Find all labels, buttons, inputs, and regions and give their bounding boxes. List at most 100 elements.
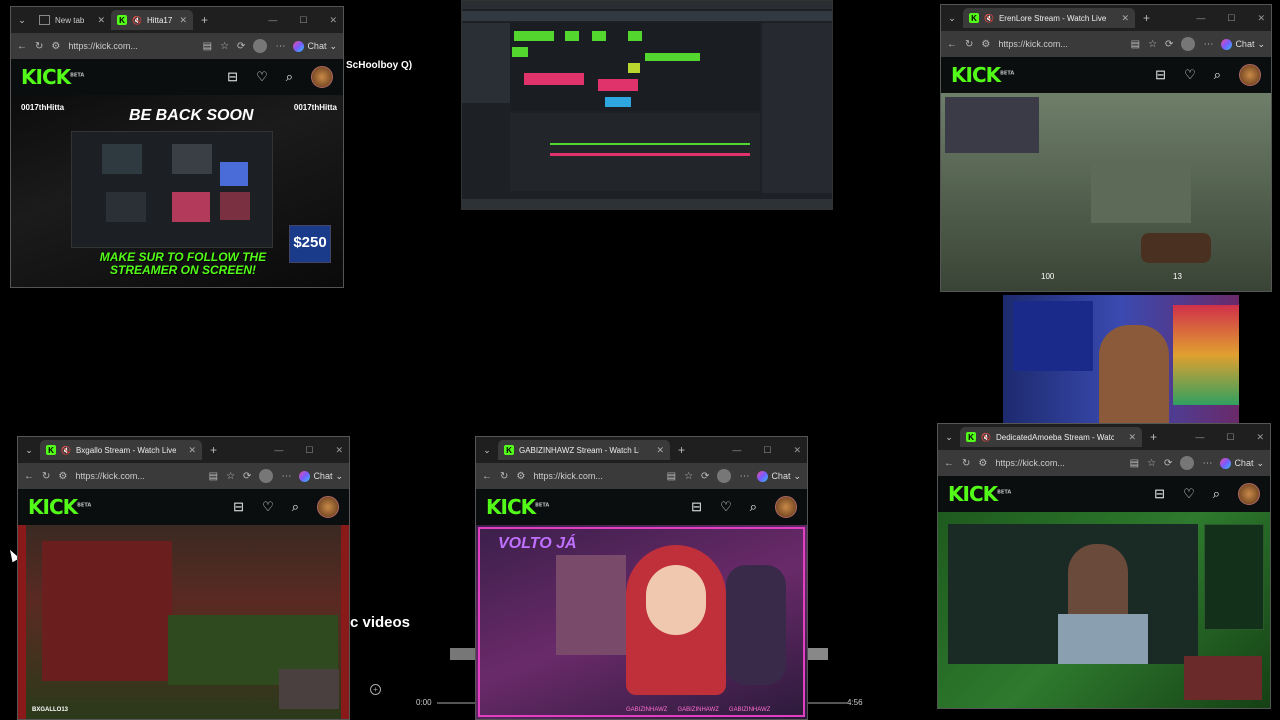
chat-button[interactable]: Chat ⌄ <box>299 470 343 482</box>
new-tab-button[interactable]: + <box>1142 430 1165 444</box>
refresh-icon[interactable]: ⟳ <box>1164 458 1172 469</box>
tab-menu-icon[interactable]: ⌄ <box>938 432 960 443</box>
chat-button[interactable]: Chat ⌄ <box>293 40 337 52</box>
new-tab-button[interactable]: + <box>1135 11 1158 25</box>
back-icon[interactable]: ← <box>482 471 492 482</box>
daw-window[interactable] <box>461 0 833 210</box>
close-icon[interactable]: ✕ <box>97 15 105 26</box>
kick-logo[interactable]: KICKBETA <box>951 63 1137 87</box>
tab-menu-icon[interactable]: ⌄ <box>11 15 33 26</box>
reload-icon[interactable]: ↻ <box>500 471 508 482</box>
back-icon[interactable]: ← <box>947 39 957 50</box>
more-icon[interactable]: ⋯ <box>739 471 749 482</box>
url-field[interactable]: https://kick.com... <box>998 39 1122 49</box>
mute-icon[interactable]: 🔇 <box>132 16 142 25</box>
refresh-icon[interactable]: ⟳ <box>237 41 245 52</box>
reader-icon[interactable]: ▤ <box>209 471 218 482</box>
site-info-icon[interactable]: ⚙ <box>58 471 67 482</box>
more-icon[interactable]: ⋯ <box>275 41 285 52</box>
maximize-icon[interactable]: ☐ <box>299 15 307 26</box>
stream-player[interactable]: VOLTO JÁ GABIZINHAWZ GABIZINHAWZ GABIZINHA… <box>476 525 807 719</box>
browser-window-gabizinhawz[interactable]: ⌄ K GABIZINHAWZ Stream - Watch Live ✕ + … <box>475 436 808 720</box>
heart-icon[interactable]: ♡ <box>262 499 274 515</box>
chat-button[interactable]: Chat ⌄ <box>757 470 801 482</box>
tab-erenlore[interactable]: K 🔇 ErenLore Stream - Watch Live ✕ <box>963 8 1135 28</box>
browser-window-bxgallo[interactable]: ⌄ K 🔇 Bxgallo Stream - Watch Live ✕ + — … <box>17 436 350 720</box>
close-icon[interactable]: ✕ <box>188 445 196 456</box>
close-icon[interactable]: ✕ <box>179 15 187 26</box>
bookmark-icon[interactable]: ☆ <box>226 471 235 482</box>
close-icon[interactable]: ✕ <box>1121 13 1129 24</box>
bookmark-icon[interactable]: ☆ <box>684 471 693 482</box>
minimize-icon[interactable]: — <box>1195 432 1204 442</box>
tab-dedicatedamoeba[interactable]: K 🔇 DedicatedAmoeba Stream - Watch Live … <box>960 427 1142 447</box>
reader-icon[interactable]: ▤ <box>203 41 212 52</box>
browser-window-erenlore[interactable]: ⌄ K 🔇 ErenLore Stream - Watch Live ✕ + —… <box>940 4 1272 292</box>
heart-icon[interactable]: ♡ <box>256 69 268 85</box>
bookmark-icon[interactable]: ☆ <box>1147 458 1156 469</box>
close-window-icon[interactable]: ✕ <box>1256 432 1264 443</box>
browser-window-hitta[interactable]: ⌄ New tab ✕ K 🔇 Hitta17 ✕ + — ☐ ✕ ← ↻ ⚙ … <box>10 6 344 288</box>
new-tab-button[interactable]: + <box>193 13 216 27</box>
minimize-icon[interactable]: — <box>274 445 283 455</box>
heart-icon[interactable]: ♡ <box>1183 486 1195 502</box>
reader-icon[interactable]: ▤ <box>1130 458 1139 469</box>
maximize-icon[interactable]: ☐ <box>1227 13 1235 24</box>
heart-icon[interactable]: ♡ <box>1184 67 1196 83</box>
site-info-icon[interactable]: ⚙ <box>516 471 525 482</box>
tab-menu-icon[interactable]: ⌄ <box>941 13 963 24</box>
back-icon[interactable]: ← <box>17 41 27 52</box>
tab-new-tab[interactable]: New tab ✕ <box>33 10 111 30</box>
browse-icon[interactable]: ⊟ <box>1154 486 1165 502</box>
mute-icon[interactable]: 🔇 <box>61 446 71 455</box>
more-icon[interactable]: ⋯ <box>1203 39 1213 50</box>
url-field[interactable]: https://kick.com... <box>68 41 194 51</box>
heart-icon[interactable]: ♡ <box>720 499 732 515</box>
search-icon[interactable]: ⌕ <box>1214 67 1221 83</box>
minimize-icon[interactable]: — <box>732 445 741 455</box>
reload-icon[interactable]: ↻ <box>35 41 43 52</box>
maximize-icon[interactable]: ☐ <box>1226 432 1234 443</box>
reader-icon[interactable]: ▤ <box>667 471 676 482</box>
close-window-icon[interactable]: ✕ <box>335 445 343 456</box>
kick-logo[interactable]: KICKBETA <box>28 495 215 519</box>
chat-button[interactable]: Chat ⌄ <box>1221 38 1265 50</box>
kick-logo[interactable]: KICKBETA <box>948 482 1136 506</box>
profile-icon[interactable] <box>259 469 274 483</box>
user-avatar[interactable] <box>1238 483 1260 505</box>
search-icon[interactable]: ⌕ <box>750 499 757 515</box>
user-avatar[interactable] <box>317 496 339 518</box>
profile-icon[interactable] <box>1180 456 1195 470</box>
url-field[interactable]: https://kick.com... <box>533 471 658 481</box>
browse-icon[interactable]: ⊟ <box>233 499 244 515</box>
stream-player[interactable] <box>938 512 1270 708</box>
kick-logo[interactable]: KICKBETA <box>21 65 209 89</box>
back-icon[interactable]: ← <box>24 471 34 482</box>
reload-icon[interactable]: ↻ <box>962 458 970 469</box>
tab-gabizinhawz[interactable]: K GABIZINHAWZ Stream - Watch Live ✕ <box>498 440 670 460</box>
stream-player[interactable]: 0017thHitta 0017thHitta BE BACK SOON $25… <box>11 95 343 287</box>
tab-menu-icon[interactable]: ⌄ <box>18 445 40 456</box>
browser-window-dedicatedamoeba[interactable]: ⌄ K 🔇 DedicatedAmoeba Stream - Watch Liv… <box>937 423 1271 709</box>
refresh-icon[interactable]: ⟳ <box>701 471 709 482</box>
bookmark-icon[interactable]: ☆ <box>1148 39 1157 50</box>
tab-menu-icon[interactable]: ⌄ <box>476 445 498 456</box>
browse-icon[interactable]: ⊟ <box>1155 67 1166 83</box>
site-info-icon[interactable]: ⚙ <box>978 458 987 469</box>
minimize-icon[interactable]: — <box>268 15 277 25</box>
user-avatar[interactable] <box>1239 64 1261 86</box>
tab-bxgallo[interactable]: K 🔇 Bxgallo Stream - Watch Live ✕ <box>40 440 202 460</box>
reload-icon[interactable]: ↻ <box>965 39 973 50</box>
close-window-icon[interactable]: ✕ <box>329 15 337 26</box>
site-info-icon[interactable]: ⚙ <box>981 39 990 50</box>
close-window-icon[interactable]: ✕ <box>793 445 801 456</box>
reload-icon[interactable]: ↻ <box>42 471 50 482</box>
stream-player[interactable]: BXGALLO13 <box>18 525 349 719</box>
close-window-icon[interactable]: ✕ <box>1257 13 1265 24</box>
more-icon[interactable]: ⋯ <box>281 471 291 482</box>
minimize-icon[interactable]: — <box>1196 13 1205 23</box>
maximize-icon[interactable]: ☐ <box>763 445 771 456</box>
chat-button[interactable]: Chat ⌄ <box>1220 457 1264 469</box>
refresh-icon[interactable]: ⟳ <box>1165 39 1173 50</box>
new-tab-button[interactable]: + <box>202 443 225 457</box>
